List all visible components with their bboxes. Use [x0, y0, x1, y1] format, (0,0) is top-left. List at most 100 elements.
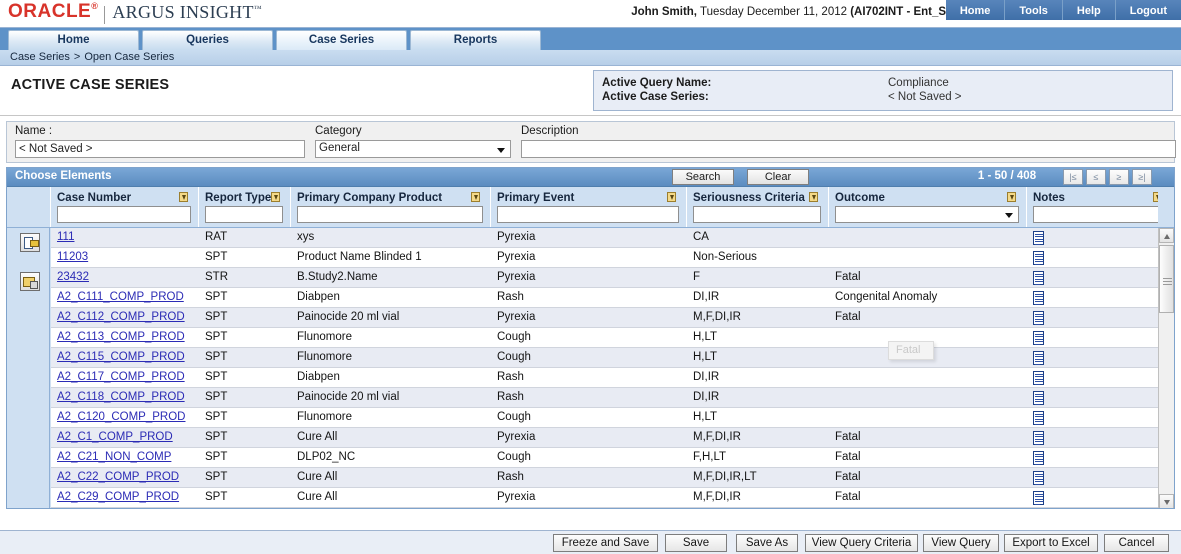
case-number-link[interactable]: A2_C29_COMP_PROD [51, 488, 199, 508]
case-number-link[interactable]: A2_C113_COMP_PROD [51, 328, 199, 348]
table-row[interactable]: A2_C112_COMP_PROD SPT Painocide 20 ml vial… [51, 308, 1173, 328]
pager-first-button[interactable]: |≤ [1063, 169, 1083, 185]
notes-document-icon[interactable] [1033, 411, 1044, 425]
case-number-link[interactable]: 111 [51, 228, 199, 248]
search-button[interactable]: Search [672, 169, 734, 185]
grid-corner-spacer [7, 187, 51, 227]
table-row[interactable]: A2_C21_NON_COMP SPT DLP02_NC Cough F,H,LT Fat… [51, 448, 1173, 468]
cell-seriousness_criteria: H,LT [693, 411, 718, 423]
column-filter-input-case_number[interactable] [57, 206, 191, 223]
table-row[interactable]: 23432 STR B.Study2.Name Pyrexia F Fatal [51, 268, 1173, 288]
column-filter-input-report_type[interactable] [205, 206, 283, 223]
table-row[interactable]: A2_C29_COMP_PROD SPT Cure All Pyrexia M,F,DI… [51, 488, 1173, 508]
scroll-up-arrow-icon[interactable] [1159, 228, 1174, 243]
cell-outcome [829, 228, 1027, 248]
case-number-link[interactable]: A2_C22_COMP_PROD [51, 468, 199, 488]
table-row[interactable]: 11203 SPT Product Name Blinded 1 Pyrexia Non… [51, 248, 1173, 268]
description-input[interactable] [521, 140, 1176, 158]
breadcrumb-root[interactable]: Case Series [10, 51, 70, 63]
column-header-label: Primary Event [497, 192, 575, 204]
notes-document-icon[interactable] [1033, 471, 1044, 485]
case-number-link[interactable]: A2_C118_COMP_PROD [51, 388, 199, 408]
case-number-link[interactable]: A2_C115_COMP_PROD [51, 348, 199, 368]
cell-outcome [829, 248, 1027, 268]
notes-document-icon[interactable] [1033, 491, 1044, 505]
case-series-lock-icon[interactable] [20, 272, 40, 291]
case-number-link[interactable]: 23432 [51, 268, 199, 288]
notes-document-icon[interactable] [1033, 251, 1044, 265]
table-row[interactable]: A2_C115_COMP_PROD SPT Flunomore Cough H,LT [51, 348, 1173, 368]
case-number-link[interactable]: A2_C111_COMP_PROD [51, 288, 199, 308]
column-filter-input-notes[interactable] [1033, 206, 1165, 223]
cell-notes [1027, 388, 1173, 408]
table-row[interactable]: A2_C22_COMP_PROD SPT Cure All Rash M,F,DI,IR… [51, 468, 1173, 488]
cancel-button[interactable]: Cancel [1104, 534, 1169, 552]
table-row[interactable]: A2_C113_COMP_PROD SPT Flunomore Cough H,LT [51, 328, 1173, 348]
notes-document-icon[interactable] [1033, 311, 1044, 325]
active-query-name-label: Active Query Name: [602, 77, 712, 89]
column-sort-arrow-down-icon[interactable] [471, 192, 480, 202]
case-number-link[interactable]: A2_C112_COMP_PROD [51, 308, 199, 328]
name-input[interactable] [15, 140, 305, 158]
topnav-help[interactable]: Help [1062, 0, 1116, 20]
notes-document-icon[interactable] [1033, 391, 1044, 405]
pager-prev-button[interactable]: ≤ [1086, 169, 1106, 185]
table-row[interactable]: A2_C117_COMP_PROD SPT Diabpen Rash DI,IR [51, 368, 1173, 388]
column-sort-arrow-down-icon[interactable] [667, 192, 676, 202]
category-select[interactable]: General [315, 140, 511, 158]
tab-queries[interactable]: Queries [142, 30, 273, 50]
notes-document-icon[interactable] [1033, 231, 1044, 245]
column-sort-arrow-down-icon[interactable] [271, 192, 280, 202]
topnav-logout[interactable]: Logout [1115, 0, 1181, 20]
clear-button[interactable]: Clear [747, 169, 809, 185]
column-filter-input-seriousness_criteria[interactable] [693, 206, 821, 223]
grid-vertical-scrollbar[interactable] [1158, 228, 1174, 508]
column-header-label: Outcome [835, 192, 885, 204]
column-sort-arrow-down-icon[interactable] [179, 192, 188, 202]
table-row[interactable]: A2_C118_COMP_PROD SPT Painocide 20 ml vial… [51, 388, 1173, 408]
table-row[interactable]: A2_C120_COMP_PROD SPT Flunomore Cough H,LT [51, 408, 1173, 428]
view-query-button[interactable]: View Query [923, 534, 999, 552]
table-row[interactable]: A2_C1_COMP_PROD SPT Cure All Pyrexia M,F,DI,… [51, 428, 1173, 448]
cell-report_type: SPT [205, 251, 228, 263]
export-to-excel-button[interactable]: Export to Excel [1004, 534, 1098, 552]
freeze-and-save-button[interactable]: Freeze and Save [553, 534, 658, 552]
cell-primary_company_product: Flunomore [297, 331, 352, 343]
pager-next-button[interactable]: ≥ [1109, 169, 1129, 185]
table-row[interactable]: 111 RAT xys Pyrexia CA [51, 228, 1173, 248]
scroll-down-arrow-icon[interactable] [1159, 494, 1174, 508]
notes-document-icon[interactable] [1033, 271, 1044, 285]
add-to-case-series-icon[interactable] [20, 233, 40, 252]
column-sort-arrow-down-icon[interactable] [1007, 192, 1016, 202]
topnav-home[interactable]: Home [945, 0, 1006, 20]
scroll-thumb[interactable] [1159, 245, 1174, 313]
pager-last-button[interactable]: ≥| [1132, 169, 1152, 185]
case-number-link[interactable]: A2_C117_COMP_PROD [51, 368, 199, 388]
case-number-link[interactable]: A2_C21_NON_COMP [51, 448, 199, 468]
tab-case-series[interactable]: Case Series [276, 30, 407, 50]
case-number-link[interactable]: A2_C1_COMP_PROD [51, 428, 199, 448]
grid-scroll-viewport[interactable]: 111 RAT xys Pyrexia CA 11203 SPT Product Name B… [51, 228, 1173, 508]
table-row[interactable]: A2_C111_COMP_PROD SPT Diabpen Rash DI,IR Cong… [51, 288, 1173, 308]
notes-document-icon[interactable] [1033, 431, 1044, 445]
notes-document-icon[interactable] [1033, 331, 1044, 345]
notes-document-icon[interactable] [1033, 351, 1044, 365]
case-number-link[interactable]: A2_C120_COMP_PROD [51, 408, 199, 428]
notes-document-icon[interactable] [1033, 291, 1044, 305]
save-as-button[interactable]: Save As [736, 534, 798, 552]
cell-primary_company_product: Product Name Blinded 1 [297, 251, 422, 263]
cell-report_type: SPT [205, 411, 228, 423]
view-query-criteria-button[interactable]: View Query Criteria [805, 534, 918, 552]
tab-home[interactable]: Home [8, 30, 139, 50]
save-button[interactable]: Save [665, 534, 727, 552]
case-number-link[interactable]: 11203 [51, 248, 199, 268]
notes-document-icon[interactable] [1033, 371, 1044, 385]
column-filter-input-primary_company_product[interactable] [297, 206, 483, 223]
column-sort-arrow-down-icon[interactable] [809, 192, 818, 202]
column-filter-input-primary_event[interactable] [497, 206, 679, 223]
notes-document-icon[interactable] [1033, 451, 1044, 465]
topnav-tools[interactable]: Tools [1005, 0, 1063, 20]
cell-outcome [829, 388, 1027, 408]
column-filter-select-outcome[interactable] [835, 206, 1019, 223]
tab-reports[interactable]: Reports [410, 30, 541, 50]
